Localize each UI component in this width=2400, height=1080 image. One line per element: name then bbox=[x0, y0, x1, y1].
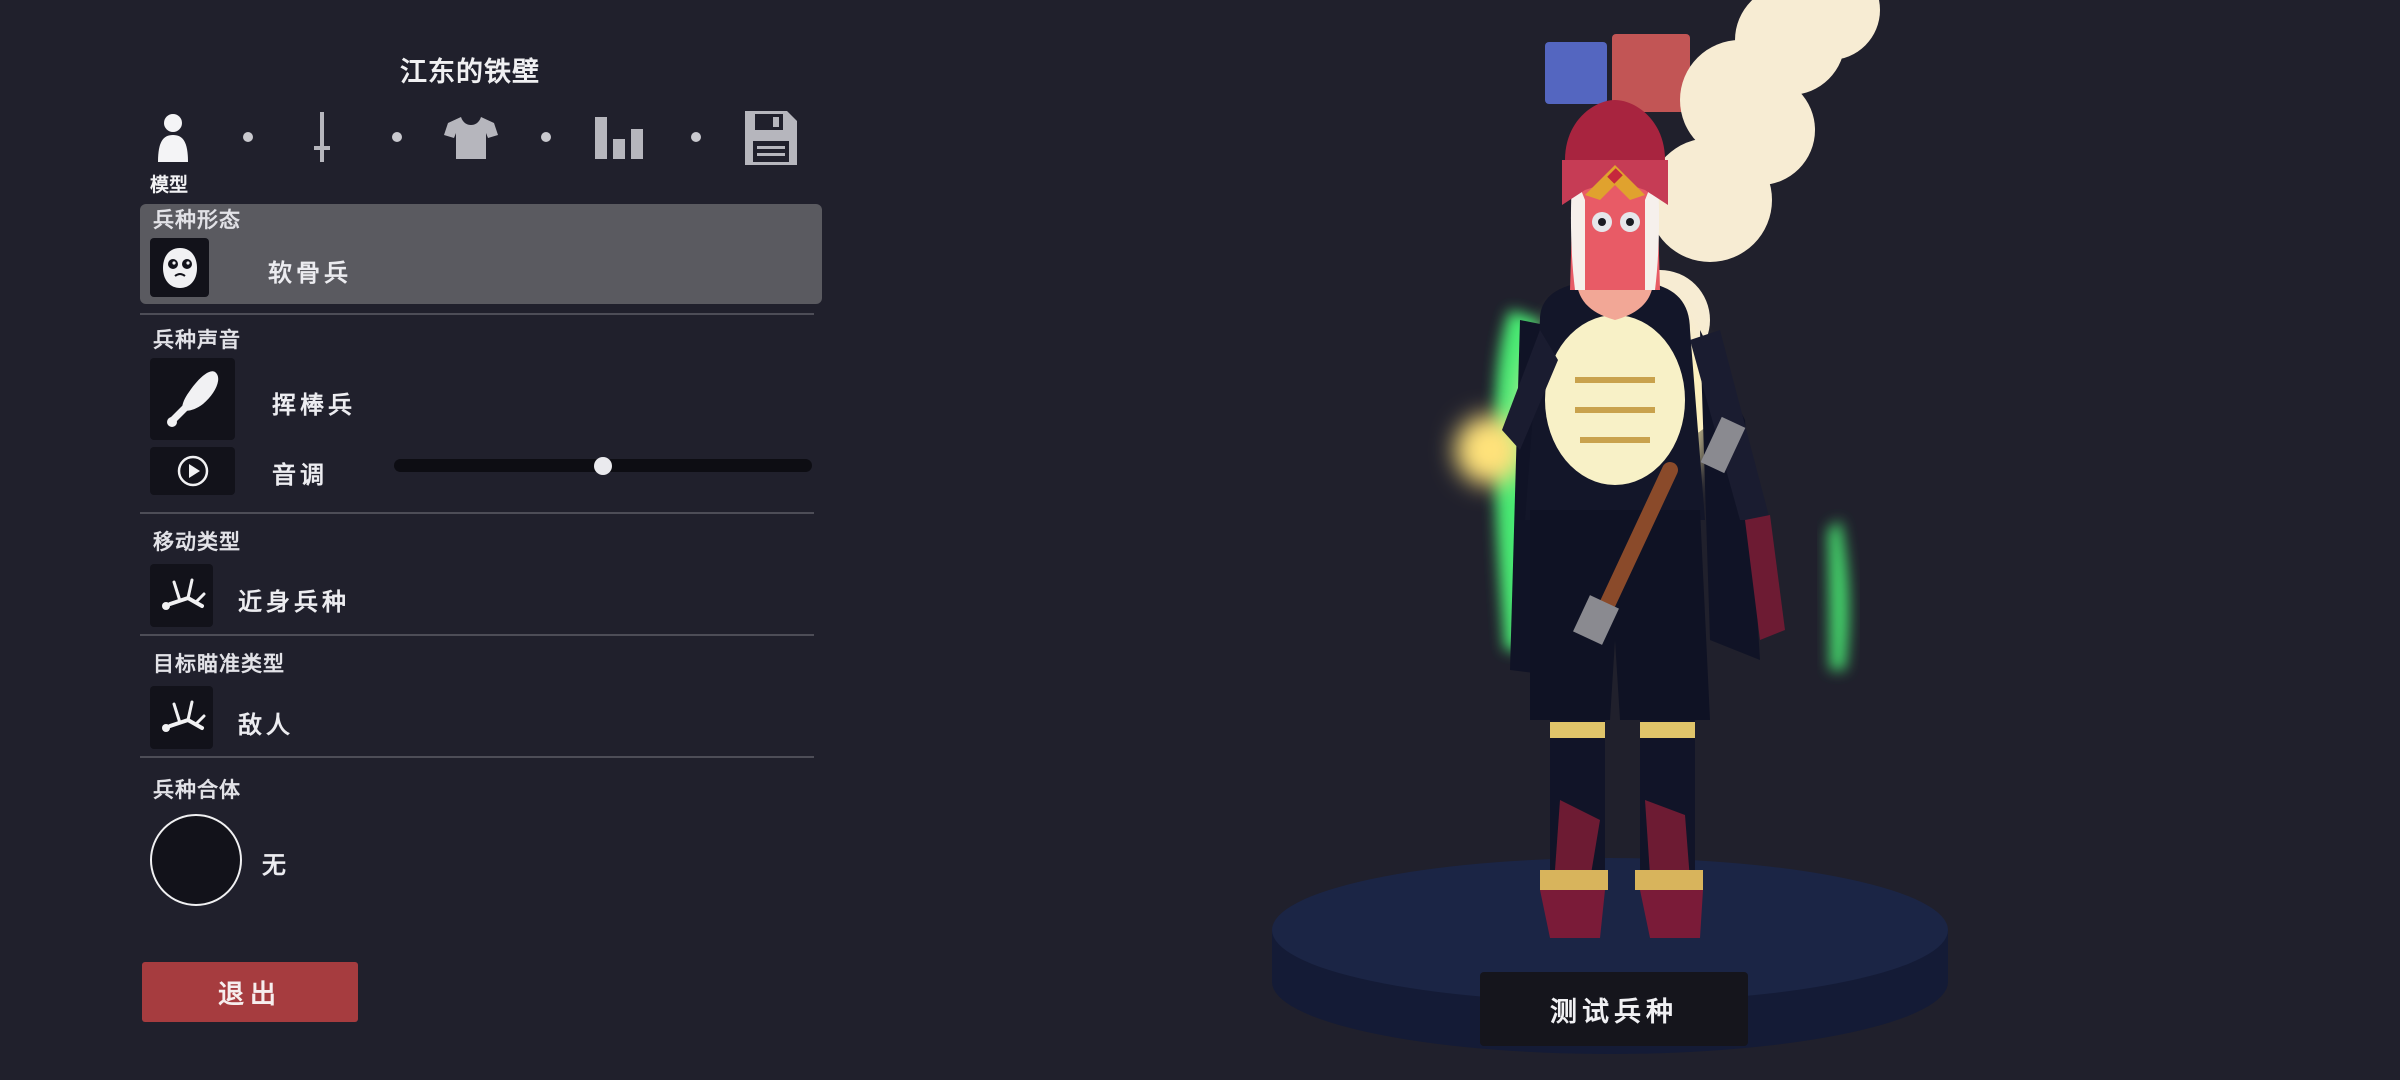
section-label-movement: 移动类型 bbox=[153, 530, 241, 554]
stickman-icon bbox=[161, 578, 205, 610]
movement-value: 近身兵种 bbox=[238, 588, 350, 616]
voice-icon-box[interactable] bbox=[150, 358, 235, 440]
step-dot bbox=[541, 132, 551, 142]
divider bbox=[140, 634, 814, 636]
section-label-targeting: 目标瞄准类型 bbox=[153, 652, 285, 676]
section-label-voice: 兵种声音 bbox=[153, 328, 241, 352]
club-icon bbox=[166, 371, 218, 427]
base-model-icon-box bbox=[150, 238, 209, 297]
play-icon bbox=[177, 455, 208, 487]
step-dot bbox=[691, 132, 701, 142]
unit-preview-scene[interactable] bbox=[1240, 0, 1980, 1080]
base-model-value: 软骨兵 bbox=[268, 259, 352, 287]
divider bbox=[140, 313, 814, 315]
tab-save[interactable] bbox=[741, 108, 801, 168]
stickman-icon bbox=[161, 700, 205, 732]
tab-stats[interactable] bbox=[591, 108, 651, 168]
tab-clothing[interactable] bbox=[441, 108, 501, 168]
ghost-face-icon bbox=[162, 247, 197, 288]
tab-model[interactable] bbox=[143, 108, 203, 168]
person-icon bbox=[158, 114, 188, 162]
play-voice-button[interactable] bbox=[150, 447, 235, 495]
step-dot bbox=[392, 132, 402, 142]
divider bbox=[140, 756, 814, 758]
combine-value: 无 bbox=[262, 851, 290, 879]
combine-slot[interactable] bbox=[150, 814, 242, 906]
tab-model-label: 模型 bbox=[150, 174, 189, 196]
pitch-label: 音调 bbox=[272, 461, 328, 489]
section-label-combine: 兵种合体 bbox=[153, 778, 241, 802]
section-label-base: 兵种形态 bbox=[153, 208, 241, 232]
shirt-icon bbox=[444, 117, 498, 159]
unit-name[interactable]: 江东的铁壁 bbox=[140, 50, 800, 89]
targeting-icon-box[interactable] bbox=[150, 686, 213, 749]
stats-icon bbox=[595, 117, 643, 159]
pitch-slider-thumb[interactable] bbox=[594, 457, 612, 475]
test-unit-button[interactable]: 测试兵种 bbox=[1480, 972, 1748, 1046]
step-dot bbox=[243, 132, 253, 142]
exit-button[interactable]: 退出 bbox=[142, 962, 358, 1022]
save-icon bbox=[745, 111, 797, 165]
divider bbox=[140, 512, 814, 514]
tab-weapons[interactable] bbox=[292, 108, 352, 168]
sword-icon bbox=[314, 112, 330, 162]
targeting-value: 敌人 bbox=[238, 711, 294, 739]
movement-icon-box[interactable] bbox=[150, 564, 213, 627]
base-model-row[interactable] bbox=[140, 204, 822, 304]
voice-value: 挥棒兵 bbox=[272, 391, 356, 419]
